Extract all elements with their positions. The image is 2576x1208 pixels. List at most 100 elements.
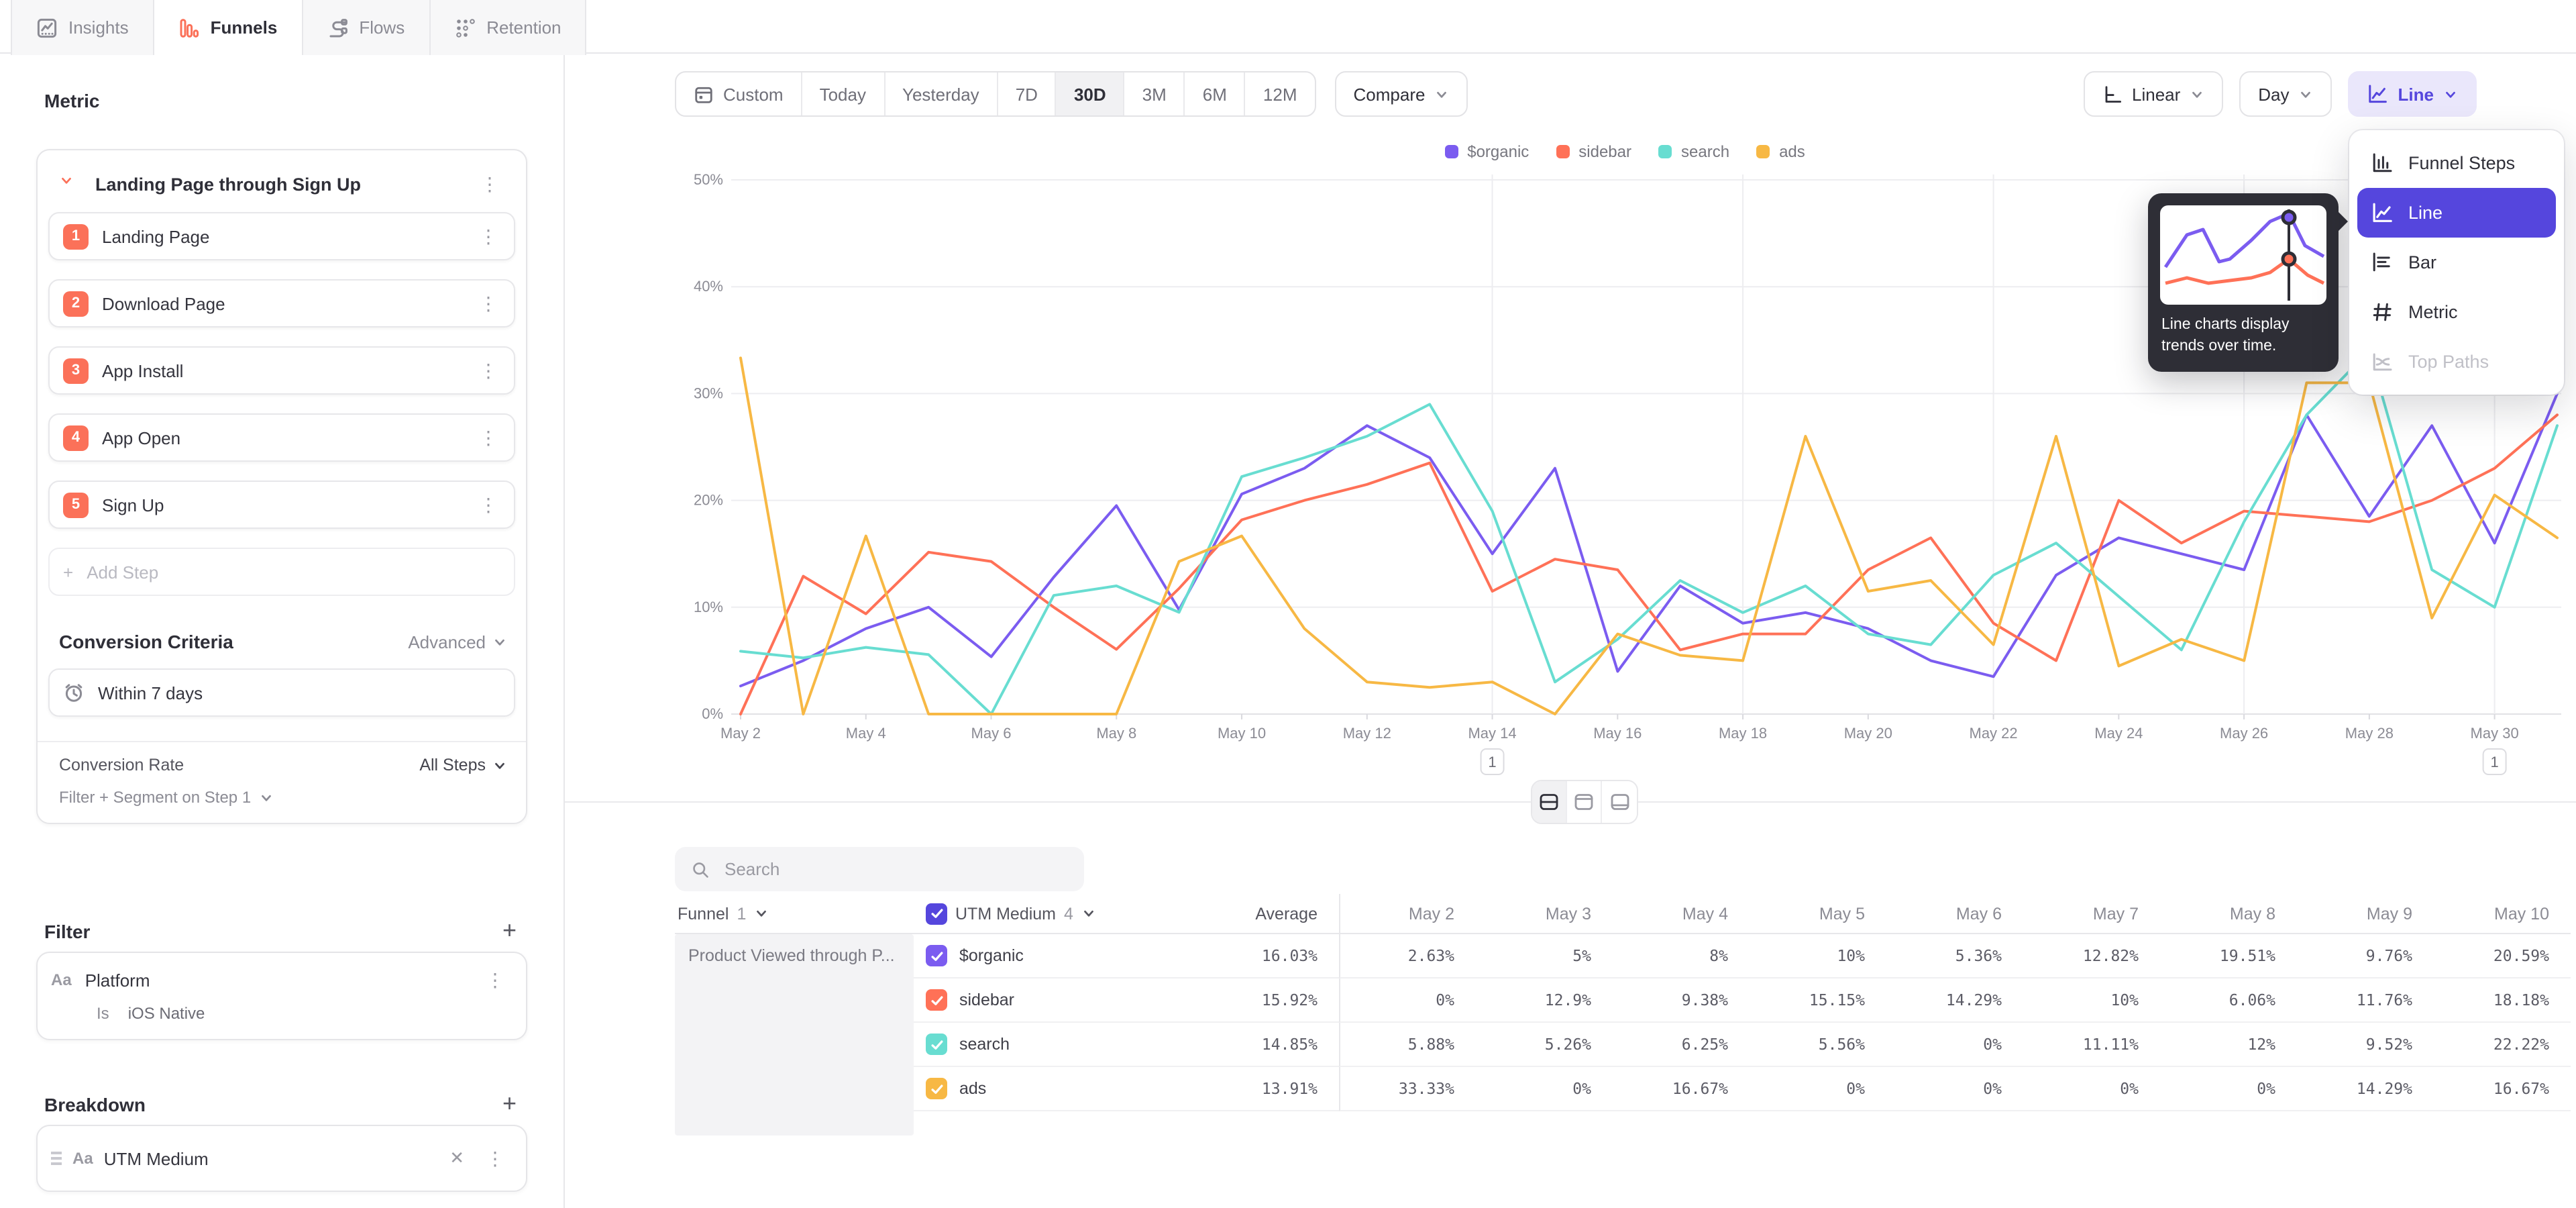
add-filter-button[interactable]: +: [500, 917, 519, 945]
range-today[interactable]: Today: [802, 72, 885, 115]
cell-value: 18.18%: [2434, 978, 2571, 1023]
table-row-organic[interactable]: $organic: [923, 934, 1216, 978]
series-checkbox[interactable]: [926, 1034, 947, 1055]
cell-value: 2.63%: [1339, 934, 1476, 978]
filter-value[interactable]: iOS Native: [128, 1004, 205, 1023]
menu-item-label: Metric: [2408, 302, 2458, 322]
clock-icon: [63, 682, 85, 703]
chevron-down-icon: [492, 634, 507, 649]
filter-property[interactable]: Platform: [85, 970, 464, 990]
step-label: Sign Up: [102, 495, 458, 515]
advanced-dropdown[interactable]: Advanced: [408, 632, 507, 652]
x-axis-label: May 8: [1096, 725, 1136, 742]
series-name: sidebar: [959, 991, 1014, 1009]
conversion-window-button[interactable]: Within 7 days: [48, 668, 515, 717]
range-label: 30D: [1074, 84, 1106, 104]
series-checkbox[interactable]: [926, 1078, 947, 1099]
filter-segment-dropdown[interactable]: Filter + Segment on Step 1: [59, 788, 507, 807]
metric-header[interactable]: Landing Page through Sign Up ⋮: [48, 161, 515, 212]
layout-split-view-button[interactable]: [1532, 781, 1567, 823]
cell-value: 9.76%: [2297, 934, 2434, 978]
funnel-step-landing-page[interactable]: 1 Landing Page ⋮: [48, 212, 515, 260]
chart-type-menu: Funnel Steps Line Bar Metric Top Paths: [2349, 130, 2564, 395]
linear-axis-icon: [2102, 84, 2123, 104]
conversion-criteria-label: Conversion Criteria: [59, 631, 233, 652]
funnels-app: Insights Funnels Flows Retention Metric …: [0, 0, 2576, 1208]
date-column-header: May 4: [1613, 894, 1750, 934]
metric-card-footer: Conversion Rate All Steps Filter + Segme…: [38, 741, 526, 823]
step-kebab-icon[interactable]: ⋮: [471, 224, 506, 248]
search-input[interactable]: [722, 858, 1068, 880]
tab-retention[interactable]: Retention: [430, 0, 586, 55]
cell-value: 10%: [1750, 934, 1886, 978]
range-6m[interactable]: 6M: [1185, 72, 1246, 115]
metric-kebab-icon[interactable]: ⋮: [472, 172, 507, 196]
add-step-button[interactable]: + Add Step: [48, 548, 515, 596]
tab-insights[interactable]: Insights: [11, 0, 154, 55]
average-column-header: Average: [1216, 894, 1339, 934]
cell-value: 0%: [1886, 1067, 2023, 1111]
add-breakdown-button[interactable]: +: [500, 1090, 519, 1118]
funnel-step-sign-up[interactable]: 5 Sign Up ⋮: [48, 481, 515, 529]
breakdown-property[interactable]: UTM Medium: [104, 1148, 437, 1168]
menu-item-metric[interactable]: Metric: [2357, 287, 2556, 337]
tab-label: Flows: [359, 17, 405, 38]
menu-item-line[interactable]: Line: [2357, 188, 2556, 238]
step-kebab-icon[interactable]: ⋮: [471, 425, 506, 450]
conversion-rate-dropdown[interactable]: All Steps: [419, 756, 507, 774]
select-all-checkbox[interactable]: [926, 903, 947, 924]
compare-button[interactable]: Compare: [1335, 71, 1468, 117]
funnel-step-download-page[interactable]: 2 Download Page ⋮: [48, 279, 515, 328]
funnel-column-header[interactable]: Funnel 1: [675, 894, 923, 934]
tooltip-text: Line charts display trends over time.: [2160, 315, 2326, 360]
range-30d[interactable]: 30D: [1057, 72, 1125, 115]
filter-card: Aa Platform ⋮ Is iOS Native: [36, 952, 527, 1040]
cell-value: 5%: [1476, 934, 1613, 978]
breakdown-column-header[interactable]: UTM Medium 4: [923, 894, 1216, 934]
range-custom[interactable]: Custom: [676, 72, 802, 115]
funnel-name-cell[interactable]: Product Viewed through P...: [675, 934, 914, 1136]
chart-type-dropdown[interactable]: Line: [2349, 71, 2477, 117]
filter-section-label: Filter: [44, 920, 90, 942]
range-label: 7D: [1016, 84, 1038, 104]
menu-item-bar[interactable]: Bar: [2357, 238, 2556, 287]
step-kebab-icon[interactable]: ⋮: [471, 493, 506, 517]
series-checkbox[interactable]: [926, 945, 947, 966]
table-row-ads[interactable]: ads: [923, 1067, 1216, 1111]
range-3m[interactable]: 3M: [1125, 72, 1185, 115]
breakdown-kebab-icon[interactable]: ⋮: [478, 1146, 513, 1170]
step-number-badge: 5: [63, 492, 89, 517]
series-checkbox[interactable]: [926, 989, 947, 1011]
granularity-dropdown[interactable]: Day: [2239, 71, 2332, 117]
scale-dropdown[interactable]: Linear: [2084, 71, 2223, 117]
cell-value: 0%: [1339, 978, 1476, 1023]
funnel-step-app-install[interactable]: 3 App Install ⋮: [48, 346, 515, 395]
funnel-step-app-open[interactable]: 4 App Open ⋮: [48, 413, 515, 462]
x-axis-label: May 18: [1719, 725, 1767, 742]
cell-value: 6.06%: [2160, 978, 2297, 1023]
layout-chart-view-button[interactable]: [1567, 781, 1602, 823]
step-kebab-icon[interactable]: ⋮: [471, 291, 506, 315]
table-row-sidebar[interactable]: sidebar: [923, 978, 1216, 1023]
filter-operator[interactable]: Is: [97, 1004, 109, 1023]
x-axis-label: May 4: [846, 725, 886, 742]
range-yesterday[interactable]: Yesterday: [885, 72, 998, 115]
cell-value: 12%: [2160, 1023, 2297, 1067]
average-value: 14.85%: [1216, 1023, 1339, 1067]
table-row-search[interactable]: search: [923, 1023, 1216, 1067]
breakdown-section-label: Breakdown: [44, 1093, 146, 1115]
series-line-search: [741, 351, 2557, 714]
funnels-icon: [178, 17, 200, 38]
range-7d[interactable]: 7D: [998, 72, 1057, 115]
close-icon[interactable]: ✕: [447, 1148, 467, 1169]
tab-funnels[interactable]: Funnels: [154, 0, 303, 55]
range-12m[interactable]: 12M: [1246, 72, 1315, 115]
menu-item-funnel-steps[interactable]: Funnel Steps: [2357, 138, 2556, 188]
step-kebab-icon[interactable]: ⋮: [471, 358, 506, 383]
y-axis-label: 10%: [694, 599, 723, 615]
filter-kebab-icon[interactable]: ⋮: [478, 968, 513, 992]
tab-flows[interactable]: Flows: [303, 0, 430, 55]
layout-table-view-button[interactable]: [1602, 781, 1637, 823]
cell-value: 9.38%: [1613, 978, 1750, 1023]
drag-handle-icon[interactable]: [51, 1152, 62, 1165]
